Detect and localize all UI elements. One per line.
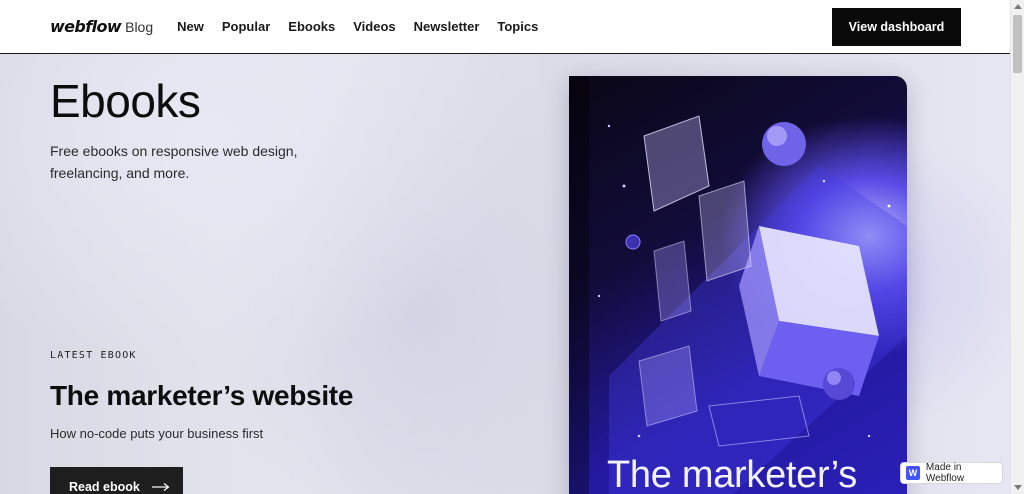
vertical-scrollbar[interactable] [1010, 0, 1024, 494]
latest-ebook-subtitle: How no-code puts your business first [50, 426, 264, 441]
nav-link-ebooks[interactable]: Ebooks [288, 19, 335, 34]
nav-link-topics[interactable]: Topics [497, 19, 538, 34]
nav-link-newsletter[interactable]: Newsletter [414, 19, 480, 34]
latest-ebook-title[interactable]: The marketer’s website [50, 380, 353, 412]
blog-label[interactable]: Blog [125, 19, 153, 35]
view-dashboard-button[interactable]: View dashboard [832, 8, 961, 46]
scroll-up-arrow-icon[interactable] [1014, 4, 1022, 9]
made-in-webflow-badge[interactable]: W Made in Webflow [900, 462, 1003, 484]
arrow-right-icon [151, 483, 170, 491]
top-nav: webflow Blog New Popular Ebooks Videos N… [0, 0, 1010, 54]
read-ebook-label: Read ebook [69, 480, 140, 494]
cover-illustration [569, 76, 907, 494]
webflow-logo[interactable]: webflow [50, 17, 122, 36]
page-description: Free ebooks on responsive web design, fr… [50, 143, 298, 181]
page-title: Ebooks [50, 75, 201, 127]
latest-ebook-eyebrow: LATEST EBOOK [50, 350, 137, 361]
nav-links: New Popular Ebooks Videos Newsletter Top… [177, 19, 538, 34]
cover-title: The marketer’s [607, 454, 857, 494]
page: webflow Blog New Popular Ebooks Videos N… [0, 0, 1024, 494]
badge-label: Made in Webflow [925, 462, 965, 484]
nav-link-popular[interactable]: Popular [222, 19, 270, 34]
hero-section: Ebooks Free ebooks on responsive web des… [0, 54, 1010, 494]
scroll-down-arrow-icon[interactable] [1014, 485, 1022, 490]
read-ebook-button[interactable]: Read ebook [50, 467, 183, 494]
nav-link-new[interactable]: New [177, 19, 204, 34]
ebook-cover[interactable]: The marketer’s [569, 76, 907, 494]
webflow-icon: W [906, 466, 920, 480]
brand[interactable]: webflow Blog [50, 17, 153, 36]
nav-link-videos[interactable]: Videos [353, 19, 395, 34]
scrollbar-thumb[interactable] [1013, 15, 1022, 73]
